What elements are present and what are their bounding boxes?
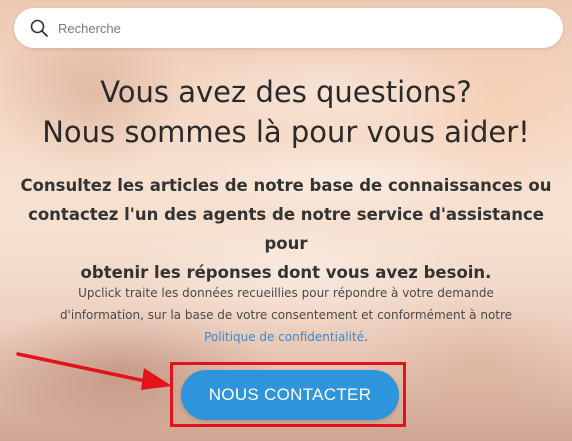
intro-line-1: Consultez les articles de notre base de …: [20, 176, 552, 195]
contact-us-button[interactable]: NOUS CONTACTER: [181, 370, 399, 420]
search-bar[interactable]: [14, 8, 563, 48]
search-icon: [30, 19, 48, 37]
privacy-period: .: [364, 330, 368, 344]
search-input[interactable]: [58, 16, 548, 40]
privacy-policy-link[interactable]: Politique de confidentialité: [204, 330, 364, 344]
privacy-line-1: Upclick traite les données recueillies p…: [78, 286, 494, 300]
intro-line-3: obtenir les réponses dont vous avez beso…: [80, 263, 492, 282]
headline-line-2: Nous sommes là pour vous aider!: [42, 115, 530, 149]
privacy-notice: Upclick traite les données recueillies p…: [30, 282, 542, 348]
intro-line-2: contactez l'un des agents de notre servi…: [28, 205, 544, 253]
intro-text: Consultez les articles de notre base de …: [20, 171, 552, 287]
headline-line-1: Vous avez des questions?: [100, 75, 472, 109]
privacy-line-2: d'information, sur la base de votre cons…: [59, 308, 513, 322]
page-title: Vous avez des questions? Nous sommes là …: [0, 72, 572, 152]
